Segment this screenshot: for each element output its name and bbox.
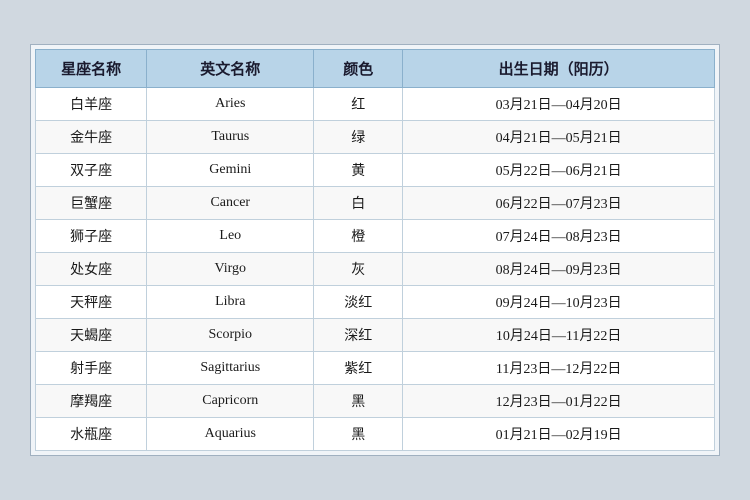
cell-color: 黑 xyxy=(314,418,403,451)
cell-date: 11月23日—12月22日 xyxy=(403,352,715,385)
header-zh: 星座名称 xyxy=(36,50,147,88)
table-row: 水瓶座Aquarius黑01月21日—02月19日 xyxy=(36,418,715,451)
cell-en: Virgo xyxy=(147,253,314,286)
cell-en: Capricorn xyxy=(147,385,314,418)
cell-color: 橙 xyxy=(314,220,403,253)
cell-date: 07月24日—08月23日 xyxy=(403,220,715,253)
cell-en: Libra xyxy=(147,286,314,319)
cell-date: 03月21日—04月20日 xyxy=(403,88,715,121)
cell-date: 10月24日—11月22日 xyxy=(403,319,715,352)
cell-date: 05月22日—06月21日 xyxy=(403,154,715,187)
header-en: 英文名称 xyxy=(147,50,314,88)
cell-zh: 摩羯座 xyxy=(36,385,147,418)
cell-zh: 天蝎座 xyxy=(36,319,147,352)
cell-zh: 巨蟹座 xyxy=(36,187,147,220)
cell-color: 紫红 xyxy=(314,352,403,385)
cell-zh: 水瓶座 xyxy=(36,418,147,451)
cell-en: Aquarius xyxy=(147,418,314,451)
table-row: 白羊座Aries红03月21日—04月20日 xyxy=(36,88,715,121)
cell-color: 深红 xyxy=(314,319,403,352)
cell-color: 黑 xyxy=(314,385,403,418)
table-row: 双子座Gemini黄05月22日—06月21日 xyxy=(36,154,715,187)
table-row: 天秤座Libra淡红09月24日—10月23日 xyxy=(36,286,715,319)
table-header-row: 星座名称 英文名称 颜色 出生日期（阳历） xyxy=(36,50,715,88)
cell-date: 04月21日—05月21日 xyxy=(403,121,715,154)
cell-zh: 双子座 xyxy=(36,154,147,187)
cell-date: 08月24日—09月23日 xyxy=(403,253,715,286)
table-row: 摩羯座Capricorn黑12月23日—01月22日 xyxy=(36,385,715,418)
cell-en: Sagittarius xyxy=(147,352,314,385)
cell-date: 01月21日—02月19日 xyxy=(403,418,715,451)
cell-en: Taurus xyxy=(147,121,314,154)
cell-zh: 白羊座 xyxy=(36,88,147,121)
cell-date: 12月23日—01月22日 xyxy=(403,385,715,418)
cell-en: Aries xyxy=(147,88,314,121)
cell-en: Cancer xyxy=(147,187,314,220)
table-row: 射手座Sagittarius紫红11月23日—12月22日 xyxy=(36,352,715,385)
table-row: 天蝎座Scorpio深红10月24日—11月22日 xyxy=(36,319,715,352)
cell-zh: 狮子座 xyxy=(36,220,147,253)
zodiac-table-container: 星座名称 英文名称 颜色 出生日期（阳历） 白羊座Aries红03月21日—04… xyxy=(30,44,720,456)
cell-zh: 处女座 xyxy=(36,253,147,286)
cell-date: 06月22日—07月23日 xyxy=(403,187,715,220)
cell-date: 09月24日—10月23日 xyxy=(403,286,715,319)
cell-en: Gemini xyxy=(147,154,314,187)
cell-color: 红 xyxy=(314,88,403,121)
cell-zh: 射手座 xyxy=(36,352,147,385)
table-body: 白羊座Aries红03月21日—04月20日金牛座Taurus绿04月21日—0… xyxy=(36,88,715,451)
cell-color: 白 xyxy=(314,187,403,220)
table-row: 金牛座Taurus绿04月21日—05月21日 xyxy=(36,121,715,154)
cell-en: Scorpio xyxy=(147,319,314,352)
table-row: 处女座Virgo灰08月24日—09月23日 xyxy=(36,253,715,286)
cell-color: 黄 xyxy=(314,154,403,187)
cell-color: 灰 xyxy=(314,253,403,286)
header-color: 颜色 xyxy=(314,50,403,88)
cell-en: Leo xyxy=(147,220,314,253)
cell-color: 淡红 xyxy=(314,286,403,319)
cell-color: 绿 xyxy=(314,121,403,154)
header-date: 出生日期（阳历） xyxy=(403,50,715,88)
cell-zh: 天秤座 xyxy=(36,286,147,319)
cell-zh: 金牛座 xyxy=(36,121,147,154)
table-row: 巨蟹座Cancer白06月22日—07月23日 xyxy=(36,187,715,220)
zodiac-table: 星座名称 英文名称 颜色 出生日期（阳历） 白羊座Aries红03月21日—04… xyxy=(35,49,715,451)
table-row: 狮子座Leo橙07月24日—08月23日 xyxy=(36,220,715,253)
